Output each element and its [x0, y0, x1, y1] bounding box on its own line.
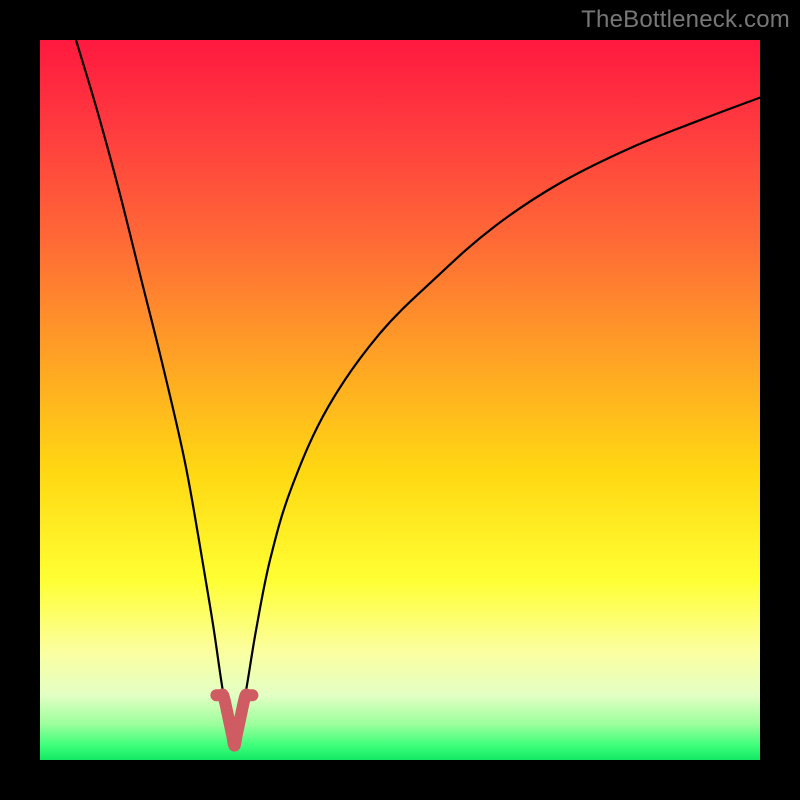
watermark-text: TheBottleneck.com [581, 6, 790, 34]
optimum-highlight [216, 695, 252, 746]
chart-frame: TheBottleneck.com [0, 0, 800, 800]
bottleneck-curve [76, 40, 760, 746]
plot-area [40, 40, 760, 760]
curve-layer [40, 40, 760, 760]
